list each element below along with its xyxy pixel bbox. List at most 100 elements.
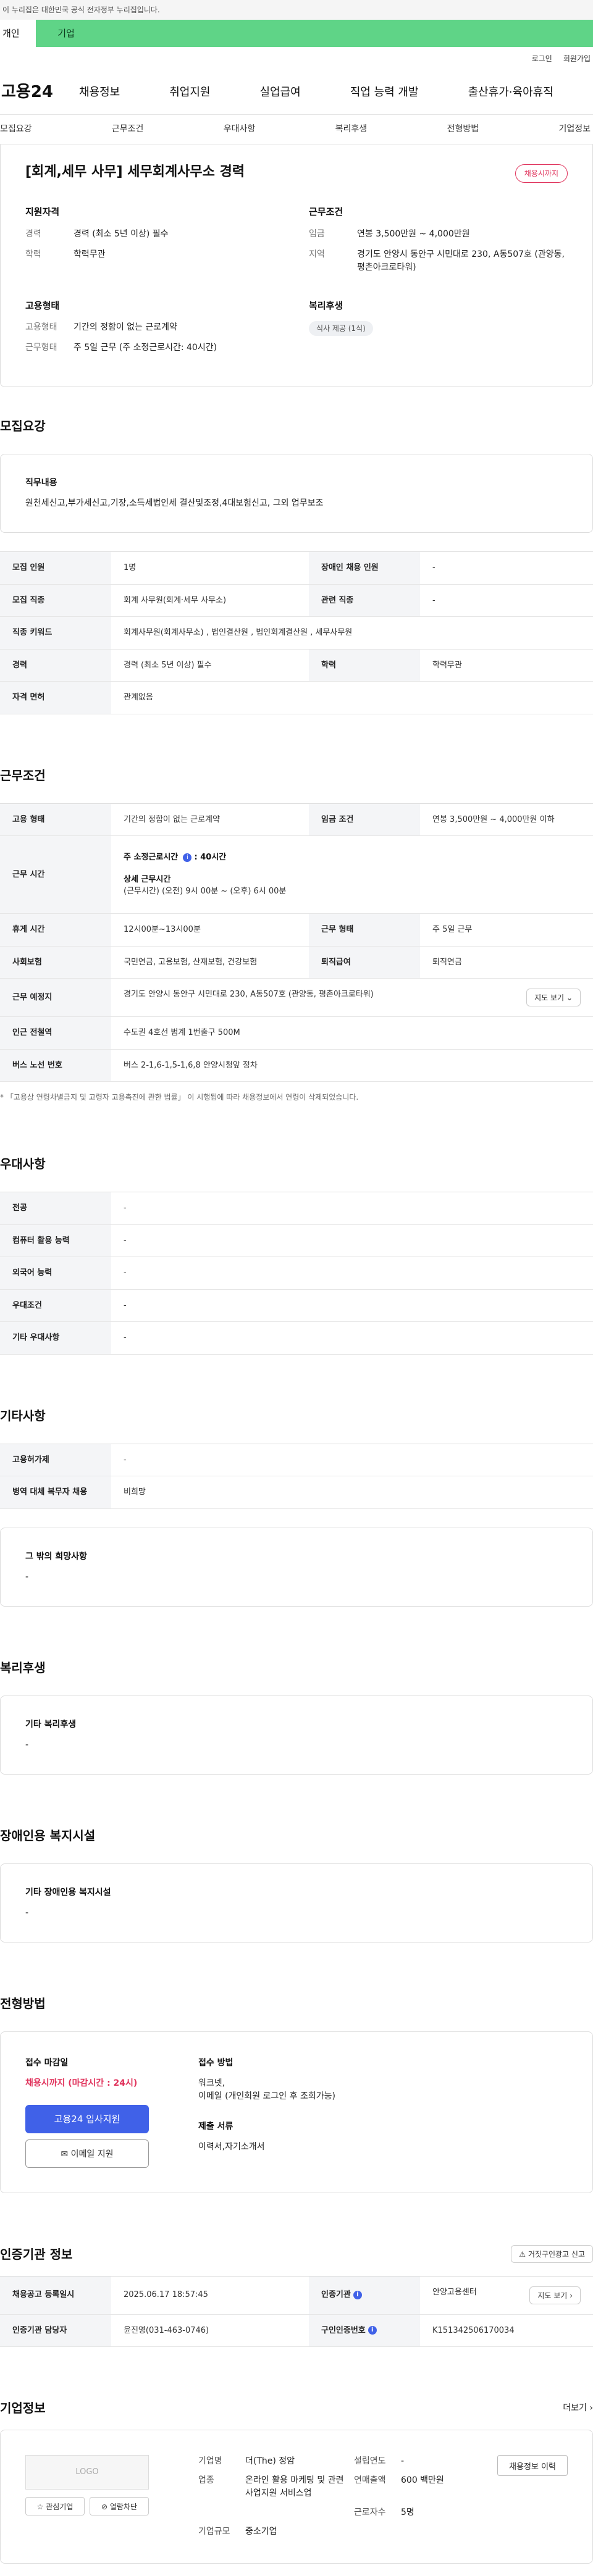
method-line: 이메일 (개인회원 로그인 후 조회가능) <box>198 2091 335 2101</box>
deadline-heading: 접수 마감일 <box>25 2057 69 2068</box>
org-key: 인증기관 <box>321 2290 351 2300</box>
agency-section-title: 인증기관 정보 <box>0 2246 73 2262</box>
agency-map-label: 지도 보기 <box>537 2291 568 2300</box>
email-apply-label: 이메일 지원 <box>70 2149 114 2159</box>
apply-right: 접수 방법 워크넷, 이메일 (개인회원 로그인 후 조회가능) 제출 서류 이… <box>174 2057 335 2168</box>
welfare-heading: 복리후생 <box>309 299 343 311</box>
favorite-company-button[interactable]: ☆ 관심기업 <box>25 2497 85 2515</box>
table-key: 전공 <box>0 1192 111 1225</box>
summary-grid: 지원자격 경력 경력 (최소 5년 이상) 필수 학력 학력무관 근무조건 임금 연봉… <box>25 205 568 362</box>
nav-parental-leave[interactable]: 출산휴가·육아휴직 <box>468 84 553 101</box>
method-line: 워크넷, <box>198 2078 225 2088</box>
table-value: 2025.06.17 18:57:45 <box>111 2276 309 2315</box>
welfare-box-heading: 기타 복리후생 <box>25 1719 77 1729</box>
company-value: 5명 <box>401 2507 414 2517</box>
info-icon[interactable]: i <box>183 853 192 862</box>
method-heading: 접수 방법 <box>198 2057 233 2068</box>
table-row: 전공 - <box>0 1192 593 1225</box>
agency-map-button[interactable]: 지도 보기 › <box>529 2286 581 2304</box>
docs-value: 이력서,자기소개서 <box>198 2141 265 2152</box>
star-icon: ☆ <box>36 2502 44 2511</box>
apply-button[interactable]: 고용24 입사지원 <box>25 2104 149 2133</box>
welfare-chip: 식사 제공 (1식) <box>309 321 373 336</box>
etc-table: 고용허가제 - 병역 대체 복무자 채용 비희망 <box>0 1443 593 1509</box>
subnav-conditions[interactable]: 근무조건 <box>112 123 144 136</box>
company-section-title: 기업정보 <box>0 2401 46 2415</box>
nav-jobs[interactable]: 채용정보 <box>79 84 120 101</box>
table-key: 관련 직종 <box>309 584 420 617</box>
table-key: 사회보험 <box>0 946 111 979</box>
table-row: 인증기관 담당자 윤진영(031-463-0746) 구인인증번호 i K1513425… <box>0 2314 593 2347</box>
company-box: LOGO ☆ 관심기업 ⊘ 열람차단 기업명 더(The) 정암 설립연도 - 업종… <box>0 2430 593 2564</box>
gov-notice-text: 이 누리집은 대한민국 공식 전자정부 누리집입니다. <box>2 6 160 14</box>
disabled-box-value: - <box>25 1907 29 1918</box>
subnav-preferences[interactable]: 우대사항 <box>224 123 256 136</box>
work-table: 고용 형태 기간의 정함이 없는 근로계약 임금 조건 연봉 3,500만원 ~ 4,… <box>0 803 593 1082</box>
table-value: - <box>111 1257 593 1290</box>
pref-section-title: 우대사항 <box>0 1156 46 1171</box>
apply-left: 접수 마감일 채용시까지 (마감시간 : 24시) 고용24 입사지원 ✉ 이메… <box>25 2057 174 2168</box>
table-key-with-info: 인증기관 i <box>309 2276 420 2315</box>
summary-qualification: 지원자격 경력 경력 (최소 5년 이상) 필수 학력 학력무관 <box>25 205 284 282</box>
subnav-welfare[interactable]: 복리후생 <box>335 123 368 136</box>
table-key: 모집 직종 <box>0 584 111 617</box>
agency-header: 인증기관 정보 ⚠ 거짓구인광고 신고 <box>0 2245 593 2264</box>
table-key: 채용공고 등록일시 <box>0 2276 111 2315</box>
info-icon[interactable]: i <box>353 2290 362 2299</box>
map-view-button[interactable]: 지도 보기 ⌄ <box>526 989 581 1006</box>
summary-key: 임금 <box>309 228 325 239</box>
site-logo[interactable]: 고용24 <box>0 80 79 104</box>
more-link[interactable]: 더보기 › <box>563 2402 593 2415</box>
grid-spacer <box>198 2506 235 2519</box>
disabled-section-title: 장애인용 복지시설 <box>0 1828 96 1843</box>
nav-employment-support[interactable]: 취업지원 <box>169 84 210 101</box>
table-key: 컴퓨터 활용 능력 <box>0 1224 111 1257</box>
gov-notice-bar: 이 누리집은 대한민국 공식 전자정부 누리집입니다. <box>0 0 593 20</box>
table-value: 1명 <box>111 551 309 585</box>
global-nav: 고용24 채용정보 취업지원 실업급여 직업 능력 개발 출산휴가·육아휴직 <box>0 70 593 115</box>
bottom-spacer <box>0 2564 593 2576</box>
chevron-right-icon: › <box>570 2291 573 2300</box>
summary-key: 고용형태 <box>25 322 57 332</box>
table-key: 모집 인원 <box>0 551 111 585</box>
nav-vocational-training[interactable]: 직업 능력 개발 <box>350 84 419 101</box>
table-value: 퇴직연금 <box>420 946 593 979</box>
summary-row: 경력 경력 (최소 5년 이상) 필수 <box>25 228 284 241</box>
table-key: 휴게 시간 <box>0 913 111 947</box>
block-view-button[interactable]: ⊘ 열람차단 <box>90 2497 149 2515</box>
subnav-recruit[interactable]: 모집요강 <box>0 123 32 136</box>
table-row: 컴퓨터 활용 능력 - <box>0 1224 593 1257</box>
company-key: 업종 <box>198 2475 214 2485</box>
report-fake-ad-button[interactable]: ⚠ 거짓구인광고 신고 <box>511 2245 593 2263</box>
tab-person[interactable]: 개인 <box>0 20 36 47</box>
job-history-button[interactable]: 채용정보 이력 <box>497 2455 568 2476</box>
section-subnav: 모집요강 근무조건 우대사항 복리후생 전형방법 기업정보 <box>0 115 593 144</box>
table-row: 자격 면허 관계없음 <box>0 681 593 714</box>
table-key: 근무 예정지 <box>0 978 111 1017</box>
map-view-label: 지도 보기 <box>534 993 565 1002</box>
tab-company[interactable]: 기업 <box>36 20 96 47</box>
login-link[interactable]: 로그인 <box>532 53 552 64</box>
email-apply-button[interactable]: ✉ 이메일 지원 <box>25 2139 149 2168</box>
deadline-value: 채용시까지 (마감시간 : 24시) <box>25 2078 138 2088</box>
subnav-selection[interactable]: 전형방법 <box>447 123 479 136</box>
mail-icon: ✉ <box>61 2149 69 2159</box>
info-icon[interactable]: i <box>368 2326 377 2335</box>
qualification-heading: 지원자격 <box>25 206 60 217</box>
company-key: 설립연도 <box>354 2456 386 2466</box>
job-title: [회계,세무 사무] 세무회계사무소 경력 <box>25 164 245 180</box>
detail-hours-label: 상세 근무시간 <box>124 874 171 884</box>
company-key: 연매출액 <box>354 2475 386 2485</box>
chevron-down-icon: ⌄ <box>566 993 573 1002</box>
table-value: 국민연금, 고용보험, 산재보험, 건강보험 <box>111 946 309 979</box>
table-row: 근무 예정지 경기도 안양시 동안구 시민대로 230, A동507호 (관양동,… <box>0 978 593 1017</box>
table-value: - <box>420 584 593 617</box>
signup-link[interactable]: 회원가입 <box>563 53 591 64</box>
welfare-box-value: - <box>25 1739 29 1750</box>
subnav-company[interactable]: 기업정보 <box>558 123 591 136</box>
nav-unemployment-benefit[interactable]: 실업급여 <box>260 84 301 101</box>
block-icon: ⊘ <box>101 2502 108 2511</box>
etc-section-title: 기타사항 <box>0 1408 46 1423</box>
job-summary-card: [회계,세무 사무] 세무회계사무소 경력 채용시까지 지원자격 경력 경력 (최… <box>0 144 593 387</box>
summary-key: 경력 <box>25 228 41 239</box>
